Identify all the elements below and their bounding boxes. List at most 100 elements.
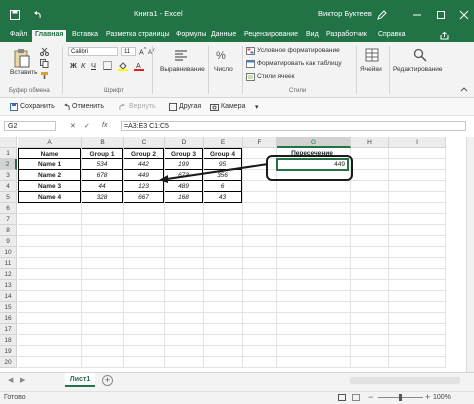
qa-undo-button[interactable]: Отменить bbox=[72, 103, 104, 110]
view-normal-icon[interactable] bbox=[338, 394, 346, 401]
grid-cell[interactable] bbox=[165, 280, 204, 291]
grid-cell[interactable] bbox=[351, 258, 389, 269]
grid-cell[interactable] bbox=[82, 324, 124, 335]
grid-cell[interactable] bbox=[389, 247, 446, 258]
row-header-16[interactable]: 16 bbox=[0, 313, 17, 324]
grid-cell[interactable] bbox=[165, 346, 204, 357]
column-header-h[interactable]: H bbox=[351, 137, 389, 148]
grid-cell[interactable] bbox=[389, 225, 446, 236]
grid-cell[interactable] bbox=[124, 214, 165, 225]
grid-cell[interactable] bbox=[18, 346, 82, 357]
grid-cell[interactable] bbox=[124, 324, 165, 335]
maximize-icon[interactable] bbox=[436, 10, 446, 20]
table-cell[interactable]: Name 2 bbox=[18, 170, 81, 181]
paste-icon[interactable] bbox=[14, 48, 30, 68]
next-sheet-icon[interactable]: ▶ bbox=[20, 376, 25, 384]
grid-cell[interactable] bbox=[243, 225, 277, 236]
grid-cell[interactable] bbox=[18, 335, 82, 346]
row-header-7[interactable]: 7 bbox=[0, 214, 17, 225]
grid-cell[interactable] bbox=[204, 313, 243, 324]
grid-cell[interactable] bbox=[82, 346, 124, 357]
grid-cell[interactable] bbox=[277, 236, 351, 247]
horizontal-scrollbar[interactable] bbox=[350, 377, 460, 384]
format-table-button[interactable]: Форматировать как таблицу bbox=[257, 60, 342, 67]
user-name[interactable]: Виктор Буктеев bbox=[318, 9, 372, 18]
table-header-group4[interactable]: Group 4 bbox=[204, 148, 242, 159]
grid-cell[interactable] bbox=[389, 357, 446, 368]
grid-cell[interactable] bbox=[389, 148, 446, 159]
grid-cell[interactable] bbox=[389, 346, 446, 357]
row-header-4[interactable]: 4 bbox=[0, 181, 17, 192]
grid-cell[interactable] bbox=[124, 258, 165, 269]
grid-cell[interactable] bbox=[204, 269, 243, 280]
grid-cell[interactable] bbox=[82, 247, 124, 258]
grid-cell[interactable] bbox=[277, 247, 351, 258]
table-cell[interactable]: 168 bbox=[165, 192, 203, 203]
copy-icon[interactable] bbox=[40, 59, 49, 68]
grid-cell[interactable] bbox=[243, 203, 277, 214]
bold-button[interactable]: Ж bbox=[70, 61, 77, 70]
tab-developer[interactable]: Разработчик bbox=[326, 31, 367, 38]
column-header-e[interactable]: E bbox=[204, 137, 243, 148]
grid-cell[interactable] bbox=[82, 291, 124, 302]
column-header-f[interactable]: F bbox=[243, 137, 277, 148]
grid-cell[interactable] bbox=[18, 225, 82, 236]
grid-cell[interactable] bbox=[389, 280, 446, 291]
grid-cell[interactable] bbox=[165, 203, 204, 214]
row-header-12[interactable]: 12 bbox=[0, 269, 17, 280]
grid-cell[interactable] bbox=[204, 357, 243, 368]
grid-cell[interactable] bbox=[351, 203, 389, 214]
grid-cell[interactable] bbox=[351, 291, 389, 302]
select-all-corner[interactable] bbox=[0, 137, 17, 148]
row-header-14[interactable]: 14 bbox=[0, 291, 17, 302]
grid-cell[interactable] bbox=[82, 269, 124, 280]
number-format-icon[interactable]: % bbox=[215, 48, 229, 62]
grid-cell[interactable] bbox=[204, 203, 243, 214]
column-header-d[interactable]: D bbox=[165, 137, 204, 148]
grid-cell[interactable] bbox=[389, 203, 446, 214]
table-cell[interactable]: 534 bbox=[82, 159, 123, 170]
grid-cell[interactable] bbox=[351, 225, 389, 236]
grid-cell[interactable] bbox=[165, 269, 204, 280]
row-header-13[interactable]: 13 bbox=[0, 280, 17, 291]
fx-icon[interactable]: fx bbox=[102, 122, 107, 129]
format-table-icon[interactable] bbox=[246, 60, 255, 68]
grid-cell[interactable] bbox=[82, 313, 124, 324]
pen-icon[interactable] bbox=[377, 10, 387, 20]
row-header-19[interactable]: 19 bbox=[0, 346, 17, 357]
grid-cell[interactable] bbox=[243, 247, 277, 258]
tab-data[interactable]: Данные bbox=[211, 31, 236, 38]
conditional-format-button[interactable]: Условное форматирование bbox=[257, 47, 340, 54]
grid-cell[interactable] bbox=[18, 258, 82, 269]
grid-cell[interactable] bbox=[18, 324, 82, 335]
grid-cell[interactable] bbox=[277, 214, 351, 225]
table-header-group3[interactable]: Group 3 bbox=[165, 148, 203, 159]
table-cell[interactable]: 328 bbox=[82, 192, 123, 203]
grid-cell[interactable] bbox=[351, 324, 389, 335]
number-button[interactable]: Число bbox=[214, 66, 233, 73]
zoom-slider-thumb[interactable] bbox=[399, 394, 402, 401]
qa-save-button[interactable]: Сохранить bbox=[20, 103, 55, 110]
grid-cell[interactable] bbox=[18, 313, 82, 324]
grid-cell[interactable] bbox=[18, 357, 82, 368]
grid-cell[interactable] bbox=[124, 357, 165, 368]
grid-cell[interactable] bbox=[165, 225, 204, 236]
tab-formulas[interactable]: Формулы bbox=[176, 31, 206, 38]
grid-cell[interactable] bbox=[243, 346, 277, 357]
grid-cell[interactable] bbox=[124, 346, 165, 357]
grid-cell[interactable] bbox=[351, 148, 389, 159]
font-size-select[interactable]: 11 bbox=[121, 47, 136, 56]
grid-cell[interactable] bbox=[204, 280, 243, 291]
grid-cell[interactable] bbox=[18, 214, 82, 225]
grid-cell[interactable] bbox=[389, 159, 446, 170]
italic-button[interactable]: К bbox=[81, 61, 85, 70]
grid-cell[interactable] bbox=[243, 335, 277, 346]
cell-styles-button[interactable]: Стили ячеек bbox=[257, 73, 295, 80]
row-header-15[interactable]: 15 bbox=[0, 302, 17, 313]
grid-cell[interactable] bbox=[204, 335, 243, 346]
grid-cell[interactable] bbox=[351, 236, 389, 247]
prev-sheet-icon[interactable]: ◀ bbox=[8, 376, 13, 384]
table-cell[interactable]: 678 bbox=[82, 170, 123, 181]
grid-cell[interactable] bbox=[243, 280, 277, 291]
vertical-scrollbar[interactable] bbox=[466, 137, 474, 372]
